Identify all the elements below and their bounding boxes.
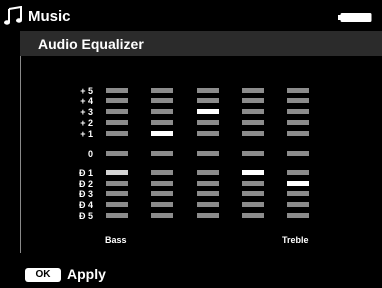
eq-segment[interactable] xyxy=(151,202,173,207)
level-label: 0 xyxy=(88,149,93,159)
level-label: + 4 xyxy=(80,96,93,106)
equalizer-bars[interactable]: + 5+ 4+ 3+ 2+ 1 0 Ð 1Ð 2Ð 3Ð 4Ð 5 xyxy=(0,0,382,250)
eq-segment[interactable] xyxy=(287,131,309,136)
eq-segment[interactable] xyxy=(151,88,173,93)
band-label-treble: Treble xyxy=(282,235,309,245)
eq-segment[interactable] xyxy=(151,109,173,114)
level-label: + 2 xyxy=(80,118,93,128)
equalizer-grid: + 5 + 4 + 3 + 2 + 1 0 Ð 1Ð 2Ð 3Ð 4Ð 5 xyxy=(0,0,382,250)
eq-segment[interactable] xyxy=(106,191,128,196)
eq-segment[interactable] xyxy=(151,181,173,186)
eq-segment[interactable] xyxy=(287,191,309,196)
eq-segment[interactable] xyxy=(151,120,173,125)
eq-segment[interactable] xyxy=(197,213,219,218)
eq-segment[interactable] xyxy=(197,131,219,136)
eq-segment[interactable] xyxy=(287,88,309,93)
eq-segment[interactable] xyxy=(197,170,219,175)
eq-segment[interactable] xyxy=(151,191,173,196)
band-label-bass: Bass xyxy=(105,235,127,245)
eq-segment[interactable] xyxy=(197,120,219,125)
eq-segment-selected[interactable] xyxy=(242,170,264,175)
level-label: + 5 xyxy=(80,86,93,96)
eq-segment[interactable] xyxy=(197,202,219,207)
eq-segment[interactable] xyxy=(287,213,309,218)
eq-segment[interactable] xyxy=(242,88,264,93)
level-label: + 1 xyxy=(80,129,93,139)
eq-segment[interactable] xyxy=(242,202,264,207)
level-label: Ð 1 xyxy=(79,168,93,178)
eq-segment[interactable] xyxy=(106,131,128,136)
eq-segment[interactable] xyxy=(242,131,264,136)
eq-segment[interactable] xyxy=(197,98,219,103)
eq-segment[interactable] xyxy=(151,213,173,218)
level-label: Ð 2 xyxy=(79,179,93,189)
level-label: + 3 xyxy=(80,107,93,117)
eq-segment[interactable] xyxy=(151,98,173,103)
eq-segment[interactable] xyxy=(106,88,128,93)
eq-segment[interactable] xyxy=(106,151,128,156)
eq-segment-selected[interactable] xyxy=(287,181,309,186)
apply-label: Apply xyxy=(67,266,106,282)
level-label: Ð 3 xyxy=(79,189,93,199)
eq-segment[interactable] xyxy=(197,151,219,156)
eq-segment[interactable] xyxy=(287,170,309,175)
eq-segment[interactable] xyxy=(242,151,264,156)
eq-segment[interactable] xyxy=(242,120,264,125)
eq-segment[interactable] xyxy=(287,120,309,125)
eq-segment[interactable] xyxy=(242,98,264,103)
eq-segment[interactable] xyxy=(106,181,128,186)
eq-segment[interactable] xyxy=(197,88,219,93)
eq-segment-selected[interactable] xyxy=(151,131,173,136)
eq-segment[interactable] xyxy=(151,170,173,175)
level-label: Ð 5 xyxy=(79,211,93,221)
eq-segment[interactable] xyxy=(106,109,128,114)
eq-segment-selected[interactable] xyxy=(106,170,128,175)
eq-segment[interactable] xyxy=(106,202,128,207)
eq-segment[interactable] xyxy=(197,181,219,186)
eq-segment[interactable] xyxy=(242,181,264,186)
eq-segment-selected[interactable] xyxy=(197,109,219,114)
eq-segment[interactable] xyxy=(106,213,128,218)
eq-segment[interactable] xyxy=(287,151,309,156)
eq-segment[interactable] xyxy=(242,191,264,196)
eq-segment[interactable] xyxy=(197,191,219,196)
eq-segment[interactable] xyxy=(106,120,128,125)
ok-button[interactable]: OK xyxy=(25,268,61,282)
eq-segment[interactable] xyxy=(242,213,264,218)
eq-segment[interactable] xyxy=(106,98,128,103)
eq-segment[interactable] xyxy=(287,202,309,207)
level-label: Ð 4 xyxy=(79,200,93,210)
eq-segment[interactable] xyxy=(242,109,264,114)
eq-segment[interactable] xyxy=(287,98,309,103)
eq-segment[interactable] xyxy=(151,151,173,156)
eq-segment[interactable] xyxy=(287,109,309,114)
